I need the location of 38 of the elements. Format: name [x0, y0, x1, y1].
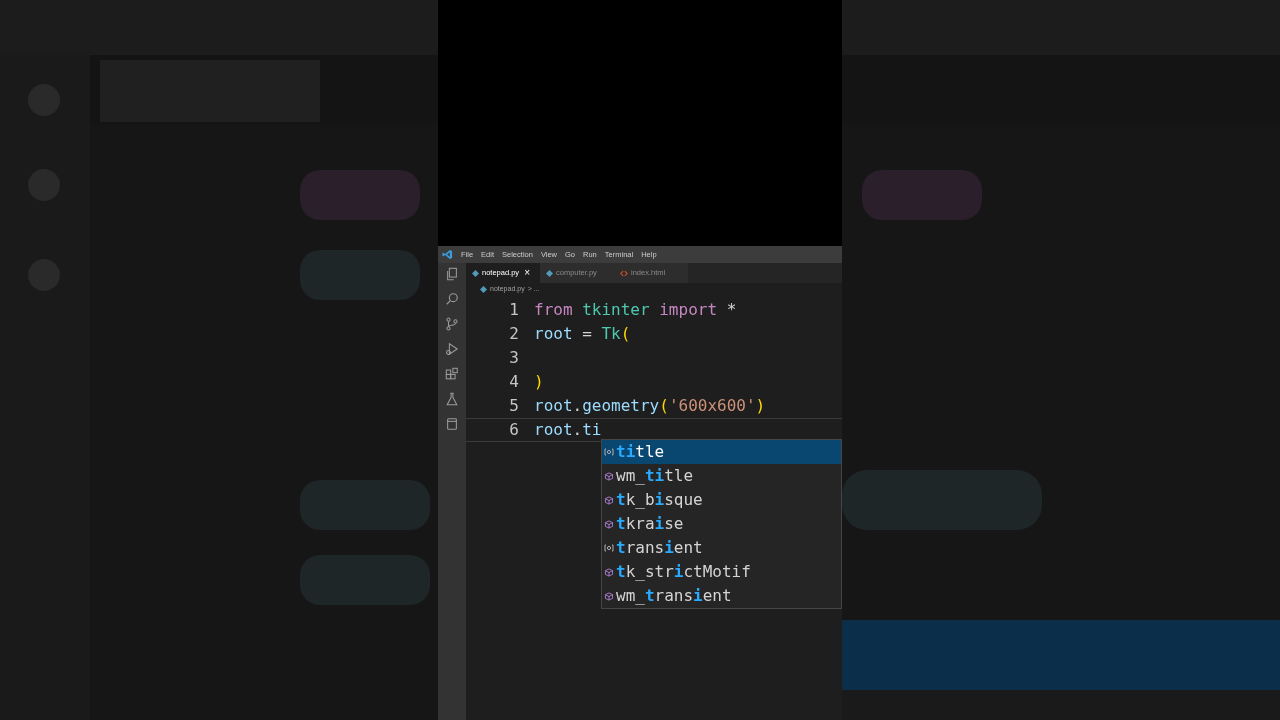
app-logo-icon: [442, 249, 453, 260]
code-line: root = Tk(: [534, 323, 631, 345]
cube-icon: [604, 567, 614, 577]
suggestion-item[interactable]: tkraise: [602, 512, 841, 536]
notebook-icon[interactable]: [445, 417, 459, 431]
cube-icon: [604, 591, 614, 601]
field-icon: [604, 448, 614, 456]
line-number: 5: [508, 395, 519, 417]
files-icon[interactable]: [445, 267, 459, 281]
cube-icon: [604, 471, 614, 481]
suggestion-item[interactable]: title: [602, 440, 841, 464]
code-line: root.ti: [534, 419, 602, 441]
python-file-icon: [472, 269, 479, 277]
code-line: root.geometry('600x600'): [534, 395, 766, 417]
code-brackets-icon: [620, 269, 628, 277]
line-number: 4: [508, 371, 519, 393]
search-icon[interactable]: [445, 292, 459, 306]
python-file-icon: [546, 269, 553, 277]
suggestion-item[interactable]: wm_transient: [602, 584, 841, 608]
flask-icon[interactable]: [445, 392, 459, 406]
run-debug-icon[interactable]: [445, 342, 459, 356]
field-icon: [604, 544, 614, 552]
line-number: 6: [508, 419, 519, 441]
suggestion-item[interactable]: transient: [602, 536, 841, 560]
suggestion-item[interactable]: tk_strictMotif: [602, 560, 841, 584]
code-line: from tkinter import *: [534, 299, 737, 321]
line-number: 1: [508, 299, 519, 321]
suggestion-item[interactable]: tk_bisque: [602, 488, 841, 512]
source-control-icon[interactable]: [445, 317, 459, 331]
close-button[interactable]: ×: [524, 268, 530, 278]
line-number: 3: [508, 347, 519, 369]
extensions-icon[interactable]: [445, 367, 459, 381]
code-line: ): [534, 371, 544, 393]
cube-icon: [604, 495, 614, 505]
suggestion-item[interactable]: wm_title: [602, 464, 841, 488]
line-number: 2: [508, 323, 519, 345]
cube-icon: [604, 519, 614, 529]
python-file-icon: [480, 286, 487, 293]
